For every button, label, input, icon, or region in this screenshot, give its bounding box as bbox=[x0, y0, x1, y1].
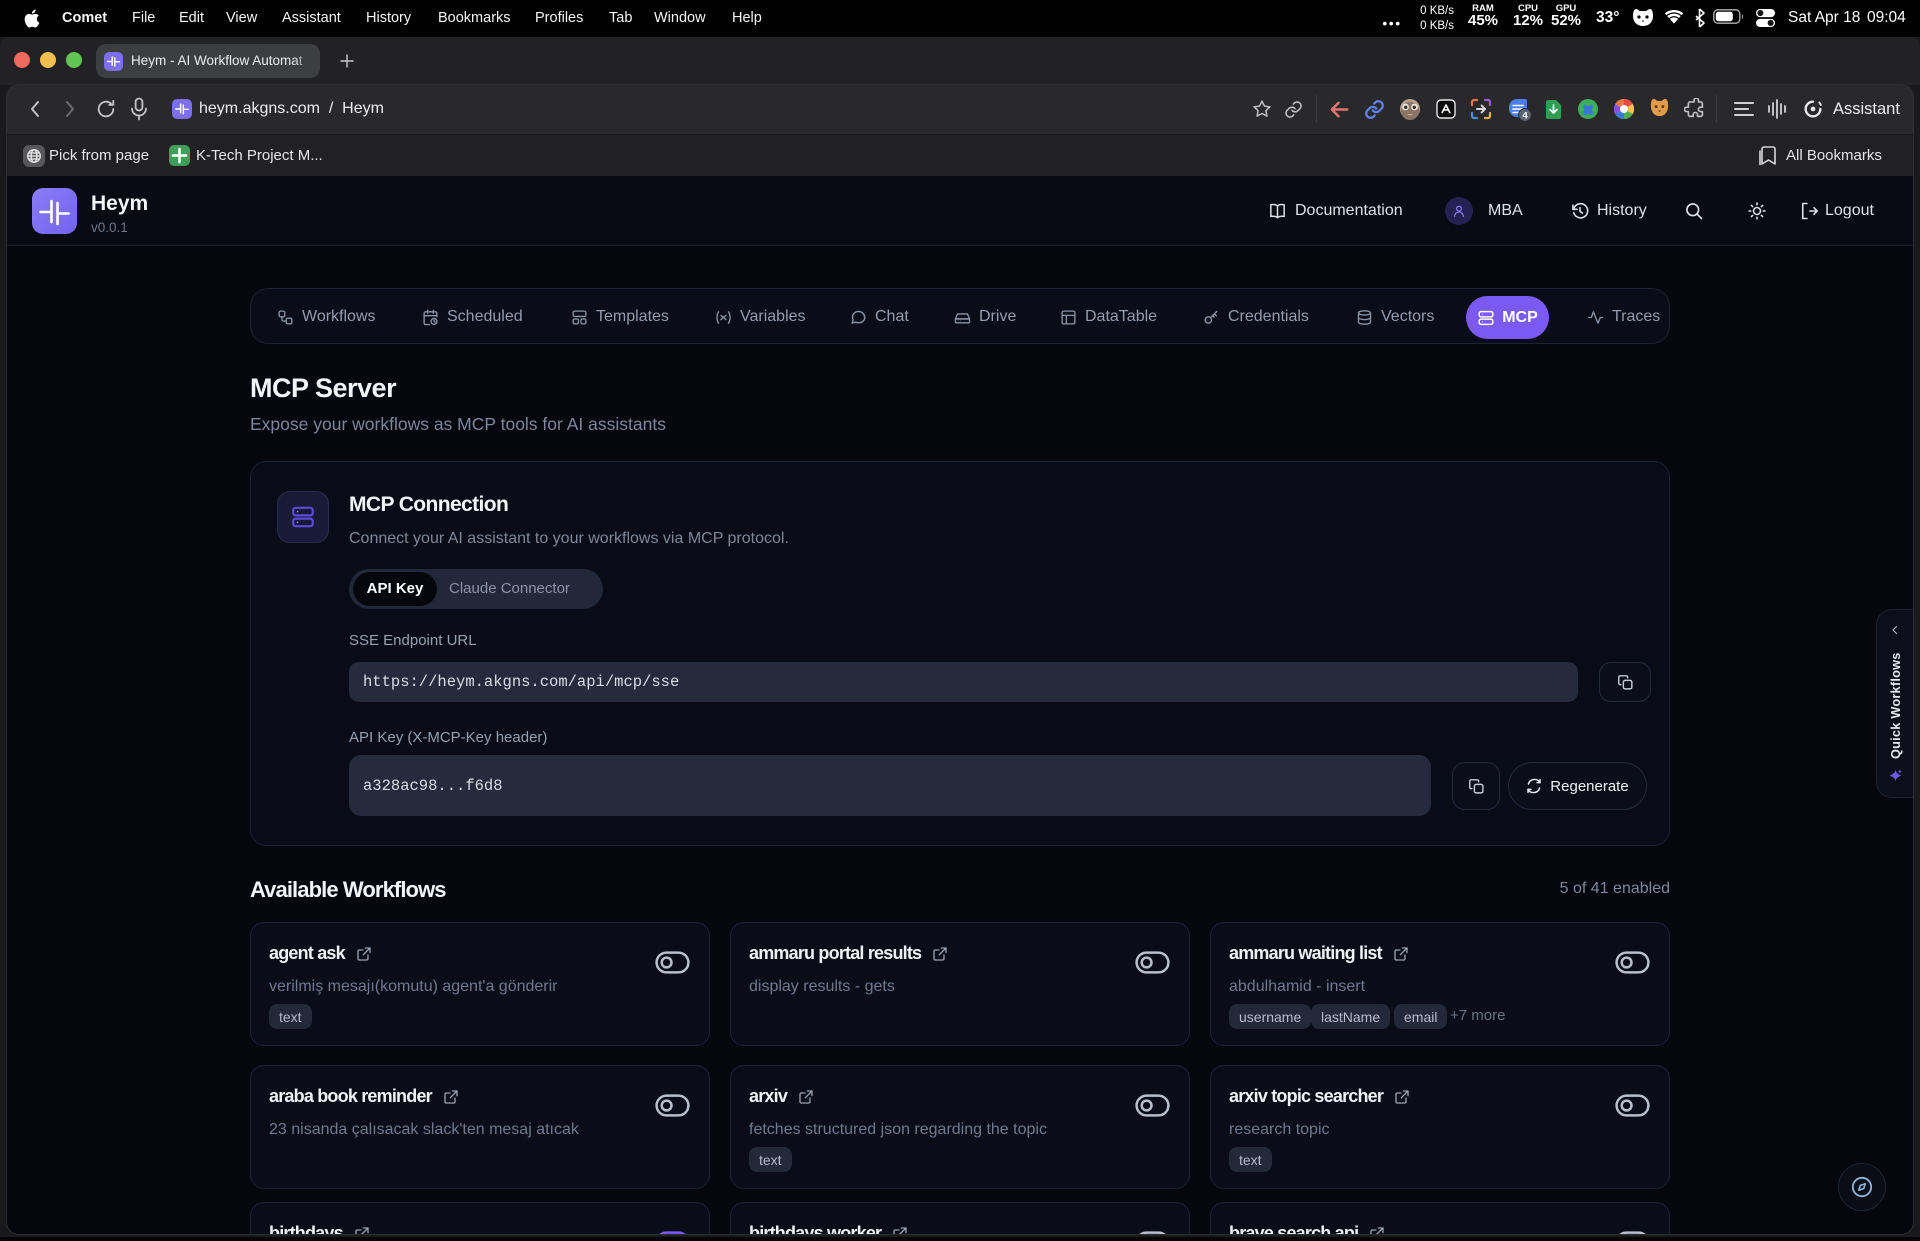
svg-text:4: 4 bbox=[1522, 110, 1528, 121]
